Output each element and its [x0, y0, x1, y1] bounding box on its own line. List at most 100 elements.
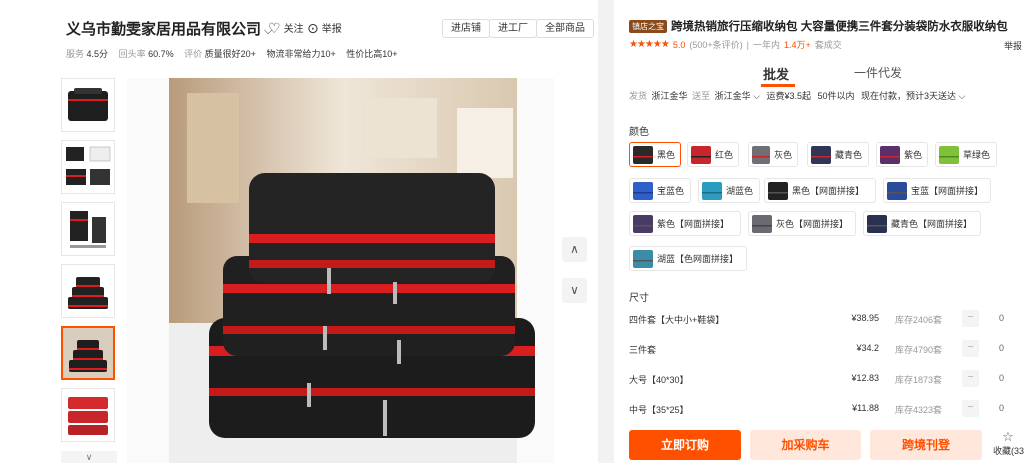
shop-stats: 服务 4.5分 回头率 60.7% 评价 质量很好20+ 物流非常给力10+ 性…: [66, 47, 406, 60]
favorite-button[interactable]: ☆ 收藏(33: [993, 430, 1024, 457]
color-swatch: [939, 145, 959, 164]
thumbnail-2[interactable]: [61, 140, 115, 194]
tab-wholesale[interactable]: 批发: [763, 64, 789, 83]
color-option[interactable]: 灰色: [748, 142, 798, 167]
color-option[interactable]: 湖蓝【色网面拼接】: [629, 246, 747, 271]
ship-from: 浙江金华: [651, 91, 688, 101]
color-option[interactable]: 草绿色: [935, 142, 997, 167]
color-swatch: [633, 145, 653, 164]
size-price: ¥12.83: [851, 373, 879, 383]
quantity-value[interactable]: 0: [999, 373, 1004, 383]
image-next-button[interactable]: ∨: [562, 278, 587, 303]
follow-button[interactable]: ♡ 关注: [268, 20, 304, 36]
thumbnail-5[interactable]: [61, 326, 115, 380]
review-quality: 质量很好20+: [204, 49, 256, 59]
chevron-up-icon: ∧: [570, 242, 579, 256]
enter-factory-button[interactable]: 进工厂: [489, 19, 537, 38]
quantity-value[interactable]: 0: [999, 313, 1004, 323]
main-product-image: [127, 78, 554, 463]
all-products-button[interactable]: 全部商品: [536, 19, 594, 38]
color-swatch: [752, 214, 772, 233]
color-swatch: [691, 145, 711, 164]
freight: 运费¥3.5起: [766, 91, 811, 101]
color-option[interactable]: 紫色【网面拼接】: [629, 211, 741, 236]
decrement-button[interactable]: −: [962, 310, 979, 327]
shop-name[interactable]: 义乌市勤雯家居用品有限公司 ⌵: [66, 18, 272, 39]
color-option[interactable]: 紫色: [876, 142, 928, 167]
service-label: 服务: [66, 49, 85, 59]
ship-to-select[interactable]: 浙江金华 ⌵: [715, 91, 760, 101]
decrement-button[interactable]: −: [962, 370, 979, 387]
favorite-label: 收藏(33: [993, 446, 1024, 456]
size-stock: 库存1873套: [894, 375, 942, 385]
product-badge: 镇店之宝: [629, 19, 667, 33]
quantity-value[interactable]: 0: [999, 343, 1004, 353]
size-label: 尺寸: [629, 293, 649, 304]
report-label: 举报: [321, 24, 342, 35]
add-to-cart-button[interactable]: 加采购车: [750, 430, 861, 460]
product-page: 义乌市勤雯家居用品有限公司 ⌵ ♡ 关注 ⊙ 举报 进店铺 进工厂 全部商品 服务…: [0, 0, 1024, 463]
shop-name-text: 义乌市勤雯家居用品有限公司: [66, 21, 262, 38]
size-row: 四件套【大中小+鞋袋】¥38.95库存2406套0−+: [629, 307, 1024, 331]
quantity-value[interactable]: 0: [999, 403, 1004, 413]
enter-shop-button[interactable]: 进店铺: [442, 19, 490, 38]
color-option[interactable]: 黑色【网面拼接】: [764, 178, 876, 203]
rating-row: ★★★★★ 5.0 (500+条评价) | 一年内 1.4万+ 套成交: [629, 38, 842, 51]
size-price: ¥34.2: [856, 343, 879, 353]
color-label: 颜色: [629, 127, 649, 138]
image-prev-button[interactable]: ∧: [562, 237, 587, 262]
packing-cubes-photo: [127, 78, 554, 463]
decrement-button[interactable]: −: [962, 400, 979, 417]
color-option-label: 草绿色: [963, 150, 991, 160]
freight-qty: 50件以内: [817, 91, 855, 101]
color-option[interactable]: 湖蓝色: [698, 178, 760, 203]
shop-header: 义乌市勤雯家居用品有限公司 ⌵ ♡ 关注 ⊙ 举报 进店铺 进工厂 全部商品 服务…: [66, 12, 596, 67]
color-option[interactable]: 灰色【网面拼接】: [748, 211, 856, 236]
color-option-label: 藏青色【网面拼接】: [891, 219, 973, 229]
shipping-row: 发货 浙江金华 送至 浙江金华 ⌵ 运费¥3.5起 50件以内 现在付款，预计3…: [629, 89, 967, 102]
size-row: 大号【40*30】¥12.83库存1873套0−+: [629, 367, 1024, 391]
buy-now-button[interactable]: 立即订购: [629, 430, 741, 460]
service-value: 4.5分: [86, 49, 109, 59]
ship-to-label: 送至: [692, 91, 711, 101]
color-option[interactable]: 红色: [687, 142, 739, 167]
color-option[interactable]: 藏青色【网面拼接】: [863, 211, 981, 236]
decrement-button[interactable]: −: [962, 340, 979, 357]
thumbnail-image: [68, 277, 108, 309]
review-logistics: 物流非常给力10+: [266, 49, 336, 59]
color-option-label: 黑色: [656, 150, 675, 160]
thumbnail-4[interactable]: [61, 264, 115, 318]
size-price: ¥11.88: [852, 403, 879, 413]
review-count[interactable]: (500+条评价): [689, 38, 742, 51]
size-row: 三件套¥34.2库存4790套0−+: [629, 337, 1024, 361]
color-option[interactable]: 藏青色: [807, 142, 869, 167]
size-stock: 库存2406套: [894, 315, 942, 325]
thumbnail-3[interactable]: [61, 202, 115, 256]
thumbnail-image: [70, 211, 106, 248]
thumbnail-scroll-down[interactable]: ∨: [61, 451, 117, 463]
gallery-panel: 义乌市勤雯家居用品有限公司 ⌵ ♡ 关注 ⊙ 举报 进店铺 进工厂 全部商品 服务…: [0, 0, 598, 463]
color-swatch: [887, 181, 907, 200]
color-option-label: 藏青色: [835, 150, 863, 160]
size-stock: 库存4323套: [894, 405, 942, 415]
divider: |: [746, 39, 749, 50]
color-option-label: 宝蓝【网面拼接】: [911, 186, 984, 196]
size-name: 三件套: [629, 345, 657, 355]
report-button[interactable]: ⊙ 举报: [307, 20, 342, 36]
tab-dropship[interactable]: 一件代发: [854, 64, 902, 81]
color-option[interactable]: 宝蓝【网面拼接】: [883, 178, 991, 203]
product-title-text: 跨境热销旅行压缩收纳包 大容量便携三件套分装袋防水衣服收纳包: [671, 21, 1008, 33]
thumbnail-6[interactable]: [61, 388, 115, 442]
color-option-label: 湖蓝色: [726, 186, 754, 196]
color-option-label: 紫色: [903, 150, 922, 160]
delivery-eta[interactable]: 现在付款，预计3天送达 ⌵: [861, 91, 965, 101]
color-option[interactable]: 黑色: [629, 142, 681, 167]
report-link[interactable]: 举报: [1004, 39, 1022, 52]
cross-border-list-button[interactable]: 跨境刊登: [870, 430, 982, 460]
product-info-panel: 镇店之宝 跨境热销旅行压缩收纳包 大容量便携三件套分装袋防水衣服收纳包 ★★★★…: [614, 0, 1024, 463]
chevron-down-icon: ∨: [85, 452, 93, 462]
color-option[interactable]: 宝蓝色: [629, 178, 691, 203]
thumbnail-1[interactable]: [61, 78, 115, 132]
follow-label: 关注: [283, 24, 304, 35]
rating-score: 5.0: [672, 39, 686, 50]
